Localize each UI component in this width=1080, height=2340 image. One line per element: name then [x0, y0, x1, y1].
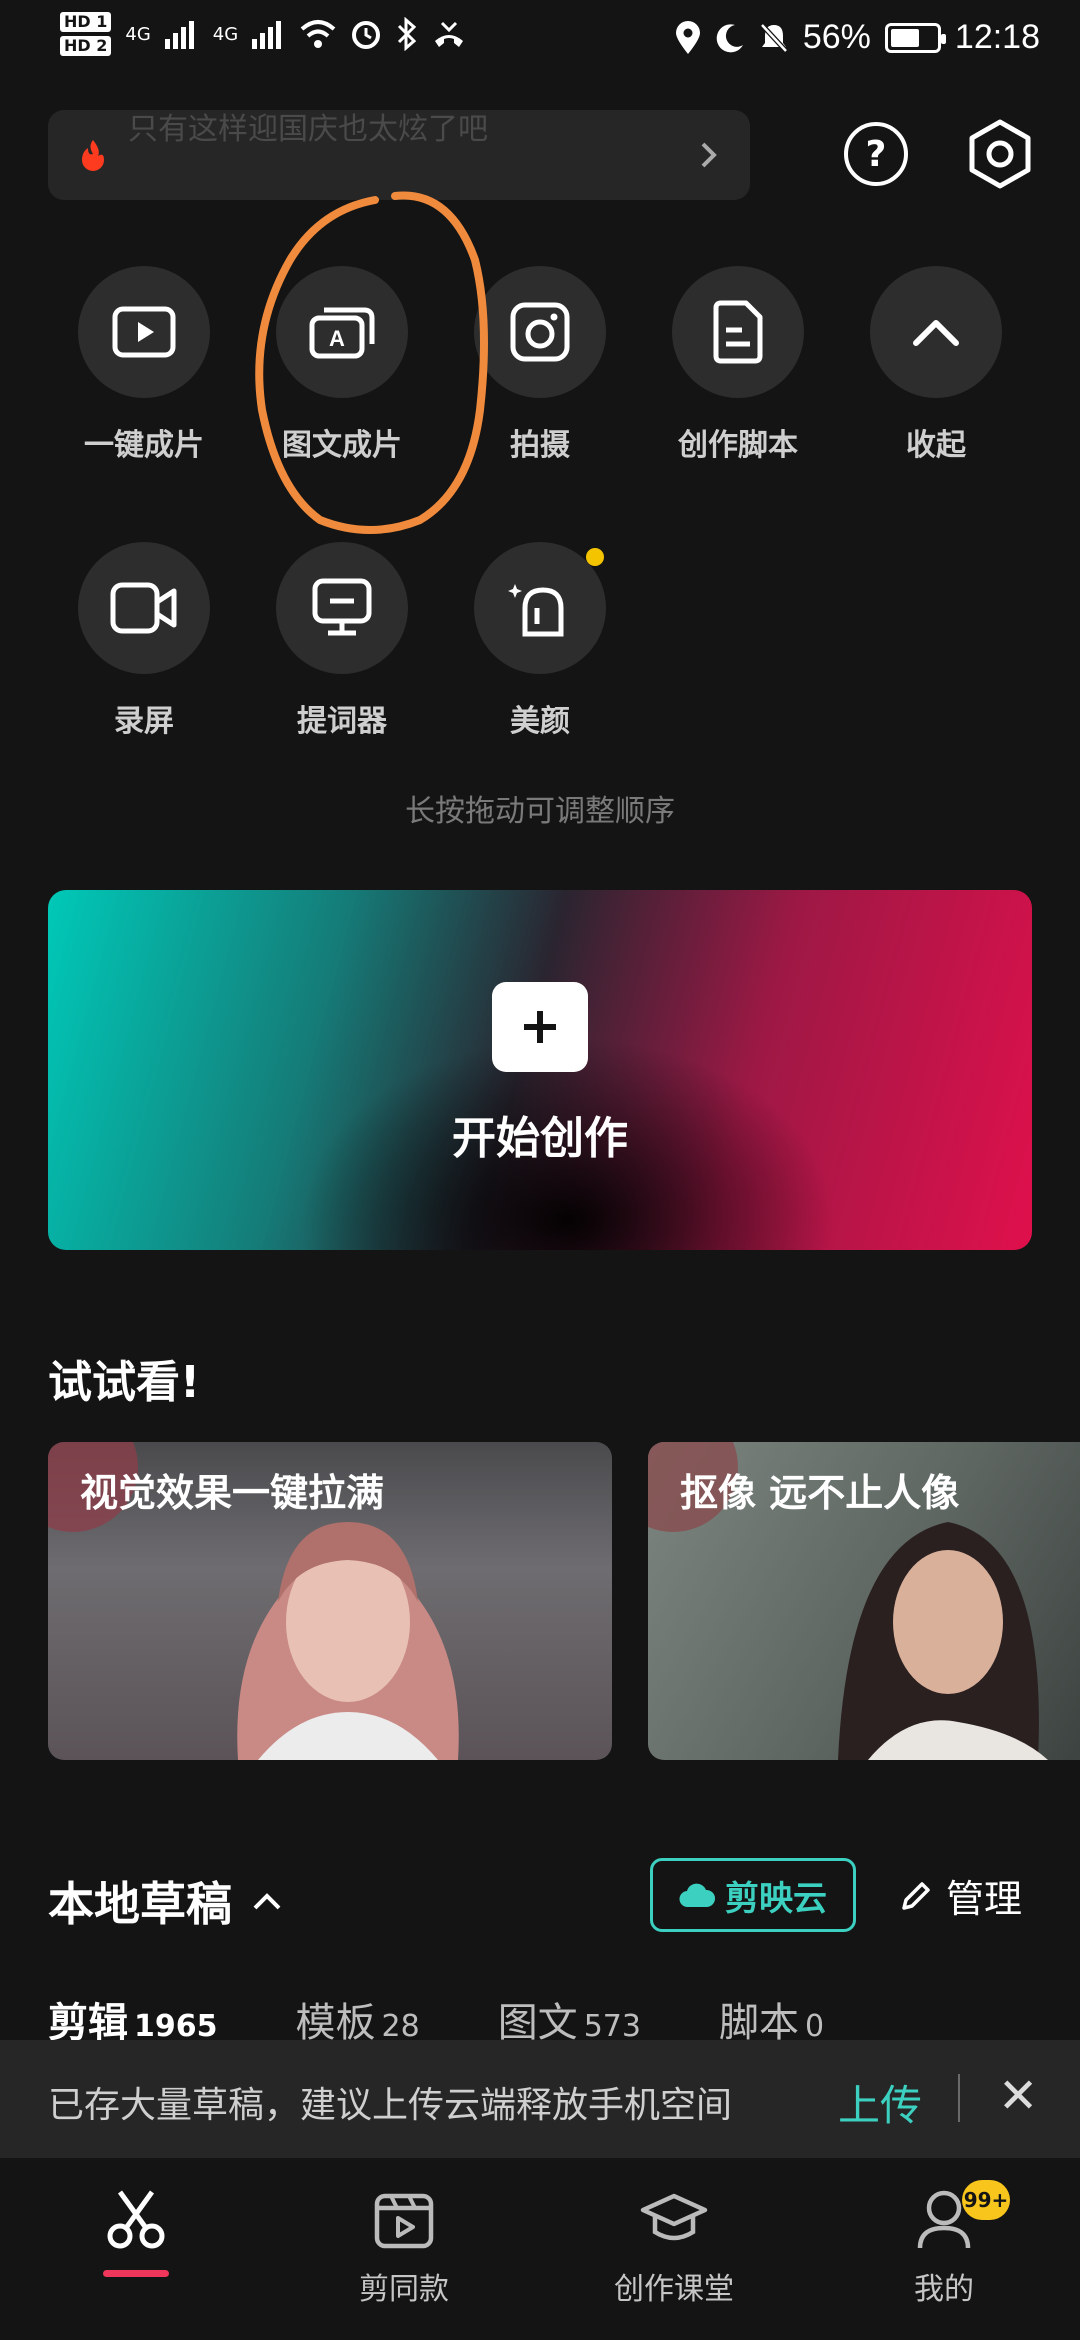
tab-count: 1965 [134, 2009, 218, 2044]
tool-script[interactable]: 创作脚本 [653, 266, 823, 464]
tool-one-click-video[interactable]: 一键成片 [59, 266, 229, 464]
signal-icon [252, 21, 282, 49]
wifi-icon [300, 20, 336, 48]
cloud-button[interactable]: 剪映云 [650, 1858, 856, 1932]
card-title: 抠像 远不止人像 [680, 1471, 960, 1515]
hot-search-text: 只有这样迎国庆也太炫了吧 [128, 112, 488, 147]
status-left-group: HD 1 HD 2 4G 4G [60, 12, 466, 56]
battery-icon [884, 22, 946, 53]
moon-icon [716, 23, 743, 52]
help-icon[interactable]: ? [844, 122, 908, 186]
screen-record-icon [78, 542, 210, 674]
tool-label: 美颜 [510, 704, 570, 739]
beauty-icon [474, 542, 606, 674]
cloud-icon [679, 1883, 715, 1908]
chevron-up-icon [253, 1893, 281, 1910]
tool-beauty[interactable]: 美颜 [455, 542, 625, 740]
try-card[interactable]: 抠像 远不止人像 [648, 1442, 1080, 1760]
status-bar: HD 1 HD 2 4G 4G 56% 12:18 [0, 0, 1080, 84]
tool-label: 提词器 [297, 704, 387, 739]
camera-icon [474, 266, 606, 398]
tool-teleprompter[interactable]: 提词器 [257, 542, 427, 740]
tool-text-to-video[interactable]: A 图文成片 [257, 266, 427, 464]
network-type-2: 4G [212, 23, 239, 45]
nav-item-edit[interactable] [26, 2188, 246, 2277]
notice-text: 已存大量草稿，建议上传云端释放手机空间 [48, 2085, 733, 2126]
network-type-1: 4G [125, 23, 151, 45]
script-icon [672, 266, 804, 398]
new-dot-badge [586, 548, 604, 566]
tool-label: 收起 [906, 428, 966, 463]
manage-button[interactable]: 管理 [898, 1868, 1022, 1923]
divider [958, 2074, 960, 2122]
tab-count: 0 [804, 2009, 825, 2044]
tab-count: 573 [583, 2009, 641, 2044]
graduation-cap-icon [640, 2193, 708, 2241]
hd2-badge: HD 2 [60, 36, 112, 56]
location-icon [675, 20, 700, 54]
tool-camera[interactable]: 拍摄 [455, 266, 625, 464]
nav-label: 创作课堂 [614, 2272, 734, 2307]
nav-label: 我的 [914, 2272, 974, 2307]
missed-call-icon [435, 21, 464, 47]
cloud-label: 剪映云 [725, 1878, 827, 1919]
hot-search-bar[interactable]: 只有这样迎国庆也太炫了吧 [48, 110, 750, 200]
settings-icon[interactable] [964, 118, 1036, 194]
fire-icon [82, 140, 104, 171]
status-time: 12:18 [954, 18, 1040, 56]
tool-label: 一键成片 [84, 428, 204, 463]
play-video-icon [78, 266, 210, 398]
edit-pencil-icon [902, 1881, 930, 1910]
reorder-hint: 长按拖动可调整顺序 [405, 794, 675, 829]
chevron-up-icon [870, 266, 1002, 398]
chevron-right-icon [701, 142, 717, 168]
try-section-title: 试试看! [48, 1357, 201, 1408]
scissors-icon [107, 2190, 165, 2249]
nav-item-profile[interactable]: 99+ 我的 [834, 2180, 1054, 2308]
start-create-banner[interactable]: 开始创作 [48, 890, 1032, 1250]
tool-label: 拍摄 [510, 428, 570, 463]
upload-button[interactable]: 上传 [838, 2072, 922, 2133]
battery-percent: 56% [802, 18, 871, 56]
tool-screen-record[interactable]: 录屏 [59, 542, 229, 740]
tab-count: 28 [381, 2009, 420, 2044]
portrait-image [237, 1522, 459, 1760]
tool-label: 录屏 [114, 704, 174, 739]
teleprompter-icon [276, 542, 408, 674]
status-right-group: 56% 12:18 [675, 18, 1040, 57]
plus-icon [492, 982, 588, 1072]
try-card[interactable]: 视觉效果一键拉满 [48, 1442, 612, 1760]
tool-label: 图文成片 [282, 428, 402, 463]
tool-collapse[interactable]: 收起 [851, 266, 1021, 464]
local-drafts-title: 本地草稿 [48, 1877, 232, 1931]
bottom-navigation: 剪同款 创作课堂 99+ 我的 [0, 2160, 1080, 2340]
nav-label: 剪同款 [359, 2272, 449, 2307]
upload-notice-bar: 已存大量草稿，建议上传云端释放手机空间 上传 ✕ [0, 2040, 1080, 2158]
nav-item-school[interactable]: 创作课堂 [564, 2188, 784, 2308]
bluetooth-icon [398, 17, 417, 51]
active-indicator [103, 2270, 169, 2277]
tool-label: 创作脚本 [678, 428, 798, 463]
text-to-video-icon: A [276, 266, 408, 398]
manage-label: 管理 [946, 1877, 1023, 1921]
svg-text:A: A [329, 326, 345, 351]
mute-bell-icon [760, 22, 788, 53]
start-create-label: 开始创作 [452, 1113, 628, 1164]
card-title: 视觉效果一键拉满 [80, 1471, 385, 1515]
close-icon[interactable]: ✕ [998, 2068, 1038, 2124]
hd1-badge: HD 1 [60, 12, 112, 32]
notification-badge: 99+ [962, 2180, 1010, 2220]
hd-indicators: HD 1 HD 2 [60, 12, 112, 56]
local-drafts-header[interactable]: 本地草稿 [48, 1868, 282, 1934]
template-play-icon [374, 2193, 434, 2249]
nav-item-templates[interactable]: 剪同款 [294, 2188, 514, 2308]
alarm-icon [352, 21, 381, 49]
signal-icon [164, 21, 194, 49]
portrait-image [838, 1522, 1048, 1760]
